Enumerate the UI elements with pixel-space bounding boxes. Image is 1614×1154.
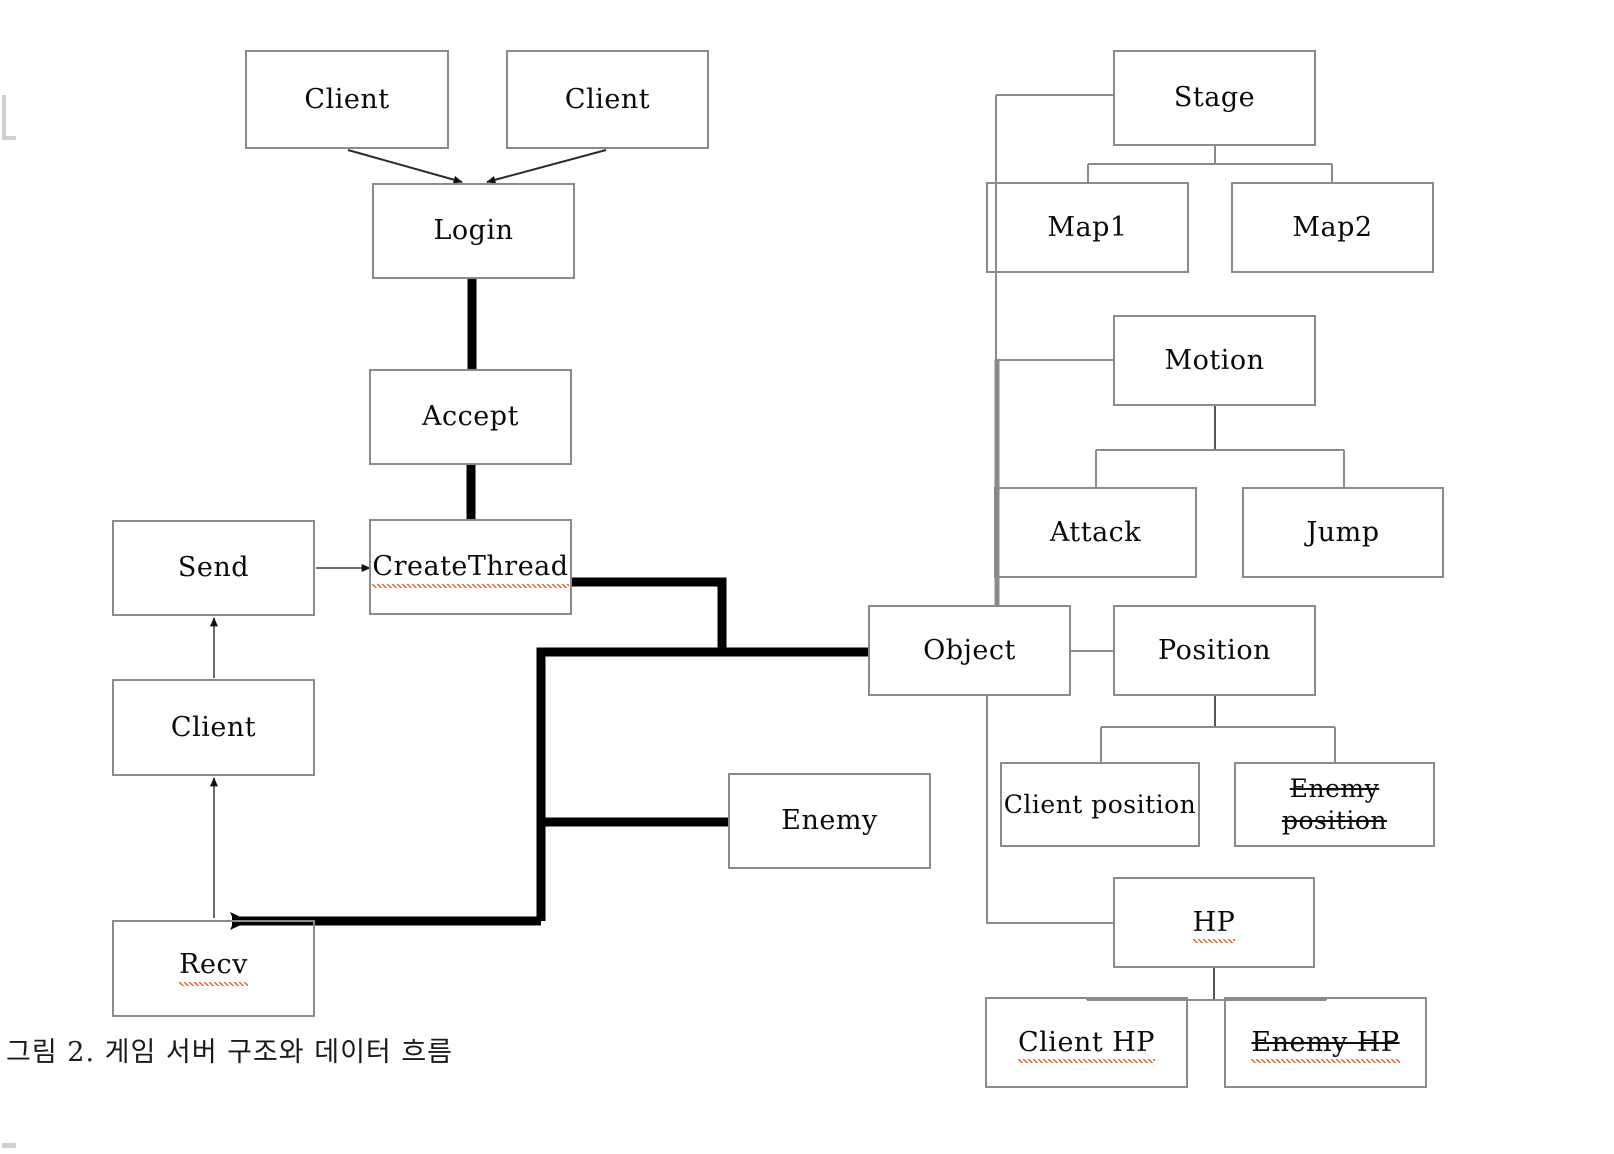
node-label: Position <box>1158 634 1271 666</box>
node-label: Accept <box>422 401 519 433</box>
node-enemy[interactable]: Enemy <box>728 773 931 869</box>
node-label: Send <box>177 552 250 584</box>
node-motion[interactable]: Motion <box>1113 315 1316 406</box>
page-margin-mark-bottom-left <box>2 1143 16 1148</box>
node-label: Recv <box>179 949 248 986</box>
node-enemy-hp[interactable]: Enemy HP <box>1224 997 1427 1088</box>
node-label: Client position <box>1003 789 1197 819</box>
page-margin-mark-top-left <box>2 95 6 140</box>
node-client-hp[interactable]: Client HP <box>985 997 1188 1088</box>
node-client-position[interactable]: Client position <box>1000 762 1200 847</box>
node-map1[interactable]: Map1 <box>986 182 1189 273</box>
node-label: Object <box>923 634 1016 666</box>
node-label: Login <box>433 215 514 247</box>
node-label: Client <box>304 83 390 115</box>
figure-canvas: Client Client Login Accept CreateThread … <box>0 0 1614 1154</box>
node-label: Client <box>170 711 257 743</box>
node-label: Jump <box>1306 516 1380 548</box>
edge-hp-children <box>1086 968 1327 1001</box>
node-label: Map1 <box>1047 211 1128 243</box>
node-label: Client HP <box>1018 1026 1155 1064</box>
node-label: Motion <box>1164 344 1265 376</box>
node-object[interactable]: Object <box>868 605 1071 696</box>
node-client-left-mid[interactable]: Client <box>112 679 315 776</box>
node-label: CreateThread <box>372 551 569 588</box>
node-label: Stage <box>1173 82 1256 114</box>
node-client-top-right[interactable]: Client <box>506 50 709 149</box>
edge-stage-children <box>1087 146 1333 182</box>
node-label: Attack <box>1049 516 1142 548</box>
node-attack[interactable]: Attack <box>994 487 1197 578</box>
edge-client-left-to-login <box>347 149 463 184</box>
figure-caption: 그림 2. 게임 서버 구조와 데이터 흐름 <box>6 1037 454 1068</box>
node-hp[interactable]: HP <box>1113 877 1315 968</box>
node-enemy-position[interactable]: Enemy position <box>1234 762 1435 847</box>
edge-position-children <box>1100 696 1336 762</box>
node-map2[interactable]: Map2 <box>1231 182 1434 273</box>
node-recv[interactable]: Recv <box>112 920 315 1017</box>
node-label: Client <box>564 83 651 115</box>
node-position[interactable]: Position <box>1113 605 1316 696</box>
node-create-thread[interactable]: CreateThread <box>369 519 572 615</box>
node-label: HP <box>1192 906 1236 944</box>
edge-createthread-to-object <box>572 577 868 657</box>
node-label: Enemy HP <box>1251 1026 1400 1064</box>
node-label: Enemy position <box>1281 774 1388 835</box>
edge-motion-children <box>1095 406 1345 487</box>
edge-client-right-to-login <box>486 149 607 184</box>
node-label: Enemy <box>781 805 878 837</box>
node-login[interactable]: Login <box>372 183 575 279</box>
node-label: Map2 <box>1292 211 1373 243</box>
node-send[interactable]: Send <box>112 520 315 616</box>
node-accept[interactable]: Accept <box>369 369 572 465</box>
page-margin-mark-top-left-foot <box>2 136 16 140</box>
node-client-top-left[interactable]: Client <box>245 50 449 149</box>
node-stage[interactable]: Stage <box>1113 50 1316 146</box>
node-jump[interactable]: Jump <box>1242 487 1444 578</box>
